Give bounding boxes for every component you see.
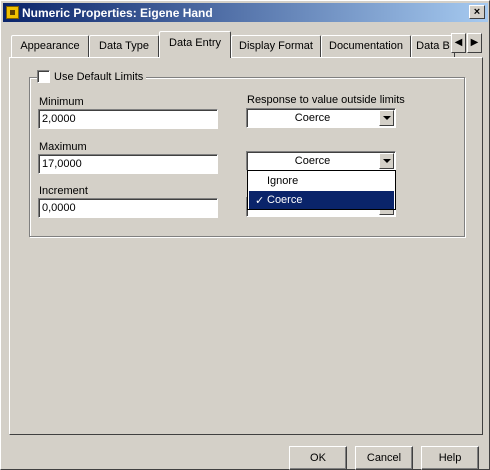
increment-label: Increment bbox=[39, 185, 88, 197]
chevron-down-icon[interactable] bbox=[379, 153, 394, 169]
title-bar[interactable]: Numeric Properties: Eigene Hand × bbox=[3, 3, 488, 22]
tab-appearance[interactable]: Appearance bbox=[11, 35, 89, 57]
maximum-field[interactable]: 17,0000 bbox=[38, 154, 218, 174]
tab-scroll-left-icon[interactable]: ◀ bbox=[451, 33, 466, 53]
tab-display-format[interactable]: Display Format bbox=[231, 35, 321, 57]
chevron-down-icon[interactable] bbox=[379, 110, 394, 126]
tab-data-type[interactable]: Data Type bbox=[89, 35, 159, 57]
use-default-limits-checkbox[interactable]: Use Default Limits bbox=[37, 70, 147, 83]
ok-button[interactable]: OK bbox=[289, 446, 347, 470]
window-title: Numeric Properties: Eigene Hand bbox=[22, 5, 213, 20]
help-button[interactable]: Help bbox=[421, 446, 479, 470]
app-icon bbox=[6, 6, 19, 19]
use-default-limits-label: Use Default Limits bbox=[54, 70, 144, 83]
close-button[interactable]: × bbox=[469, 5, 485, 19]
tab-documentation[interactable]: Documentation bbox=[321, 35, 411, 57]
checkmark-icon: ✓ bbox=[255, 195, 265, 207]
maximum-response-select[interactable]: Coerce bbox=[246, 151, 396, 171]
tab-data-binding[interactable]: Data B bbox=[411, 35, 455, 57]
tab-data-entry[interactable]: Data Entry bbox=[159, 31, 231, 58]
option-coerce[interactable]: ✓ Coerce bbox=[249, 191, 394, 209]
tab-scroll-right-icon[interactable]: ▶ bbox=[467, 33, 482, 53]
option-ignore[interactable]: Ignore bbox=[249, 172, 394, 190]
response-dropdown-list: Ignore ✓ Coerce bbox=[247, 170, 396, 210]
minimum-response-value: Coerce bbox=[294, 112, 331, 124]
minimum-field[interactable]: 2,0000 bbox=[38, 109, 218, 129]
properties-dialog: Numeric Properties: Eigene Hand × Appear… bbox=[0, 0, 490, 470]
checkbox-box[interactable] bbox=[37, 70, 50, 83]
response-label: Response to value outside limits bbox=[247, 94, 405, 106]
cancel-button[interactable]: Cancel bbox=[355, 446, 413, 470]
minimum-label: Minimum bbox=[39, 96, 84, 108]
minimum-response-select[interactable]: Coerce bbox=[246, 108, 396, 128]
tab-strip: Appearance Data Type Data Entry Display … bbox=[9, 31, 483, 58]
option-coerce-label: Coerce bbox=[267, 194, 303, 206]
increment-field[interactable]: 0,0000 bbox=[38, 198, 218, 218]
maximum-label: Maximum bbox=[39, 141, 87, 153]
maximum-response-value: Coerce bbox=[294, 155, 331, 167]
